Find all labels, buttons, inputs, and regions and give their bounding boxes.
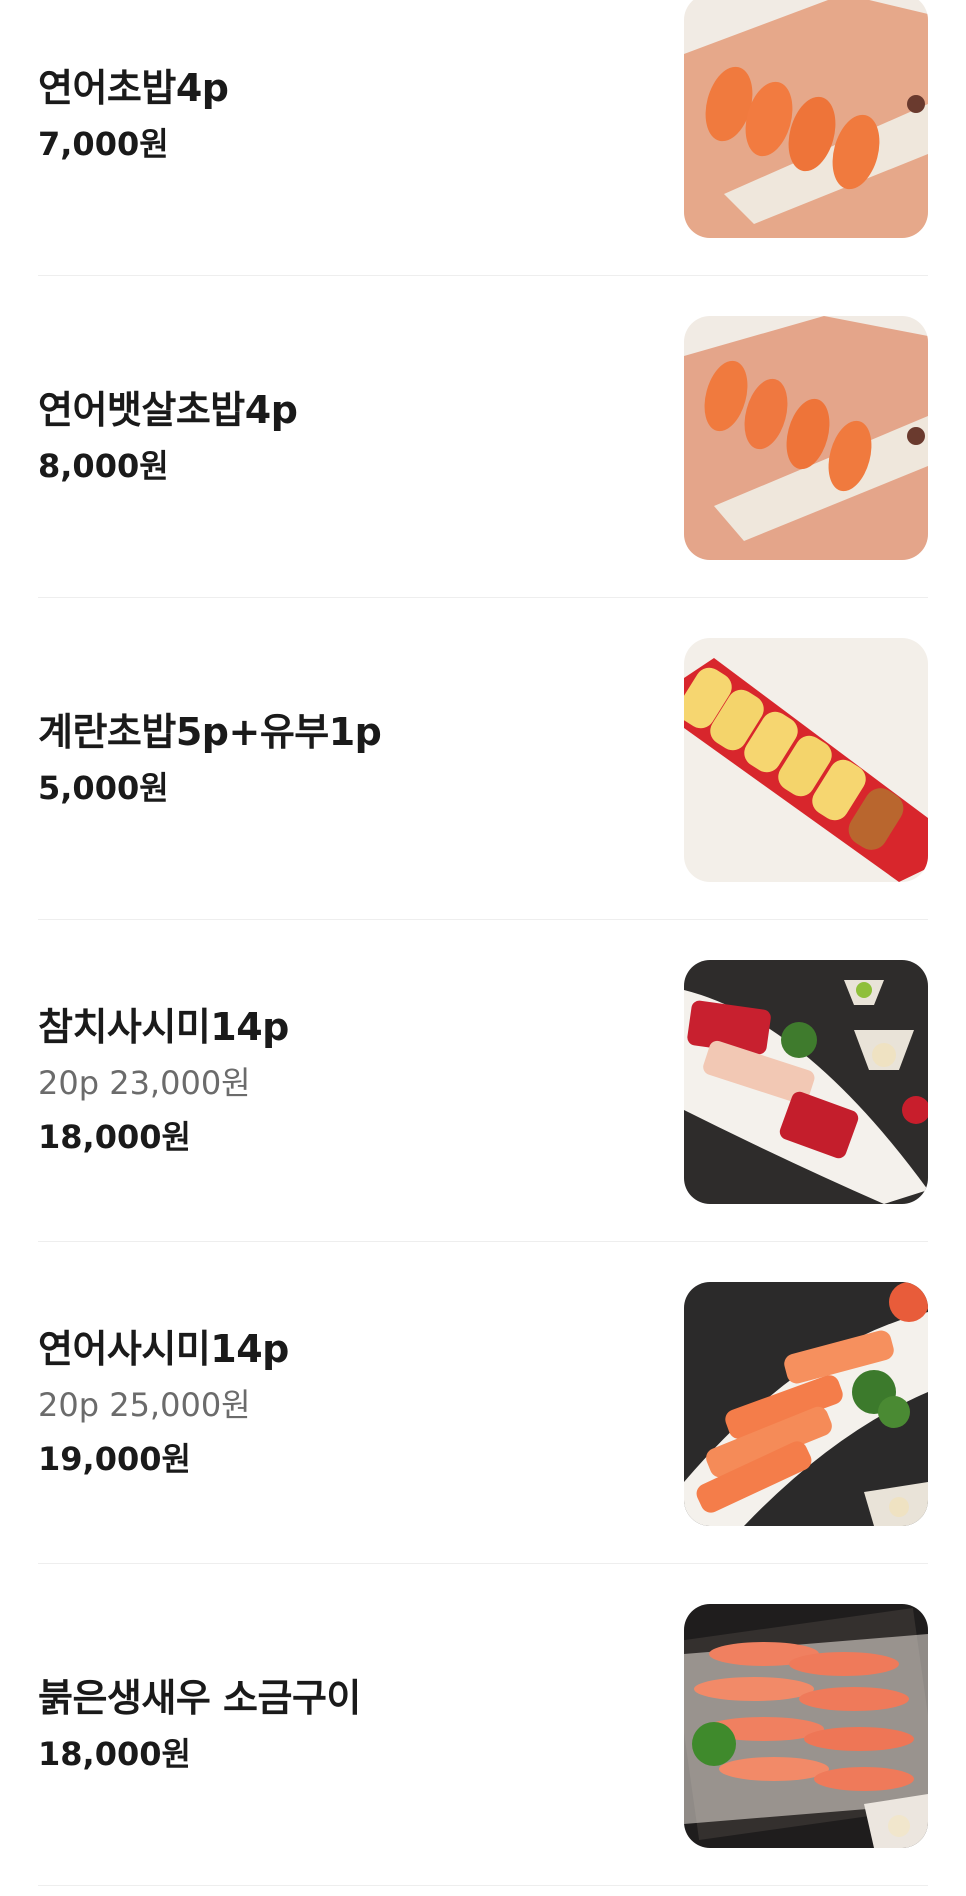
- tuna-sashimi-image: [684, 960, 928, 1204]
- menu-item[interactable]: 붉은생새우 소금구이 18,000원: [38, 1564, 928, 1886]
- salmon-sashimi-photo[interactable]: [684, 1282, 928, 1526]
- salmon-belly-nigiri-photo[interactable]: [684, 316, 928, 560]
- menu-item-price: 18,000원: [38, 1117, 191, 1156]
- egg-sushi-inari-photo[interactable]: [684, 638, 928, 882]
- salmon-belly-nigiri-image: [684, 316, 928, 560]
- tuna-sashimi-photo[interactable]: [684, 960, 928, 1204]
- egg-sushi-inari-image: [684, 638, 928, 882]
- menu-item-name: 참치사시미14p: [38, 1004, 289, 1049]
- grilled-red-shrimp-photo[interactable]: [684, 1604, 928, 1848]
- salmon-nigiri-photo[interactable]: [684, 0, 928, 238]
- menu-item-price: 7,000원: [38, 124, 169, 163]
- menu-item[interactable]: 연어초밥4p 7,000원: [38, 0, 928, 276]
- menu-item-name: 연어뱃살초밥4p: [38, 387, 298, 432]
- menu-item-name: 계란초밥5p+유부1p: [38, 709, 382, 754]
- menu-item-text: 연어사시미14p 20p 25,000원 19,000원: [38, 1242, 658, 1563]
- menu-item-price: 18,000원: [38, 1734, 191, 1773]
- salmon-nigiri-image: [684, 0, 928, 238]
- menu-item[interactable]: 연어사시미14p 20p 25,000원 19,000원: [38, 1242, 928, 1564]
- menu-item[interactable]: 연어뱃살초밥4p 8,000원: [38, 276, 928, 598]
- menu-item-price: 8,000원: [38, 446, 169, 485]
- menu-item[interactable]: 계란초밥5p+유부1p 5,000원: [38, 598, 928, 920]
- menu-item-text: 연어뱃살초밥4p 8,000원: [38, 276, 658, 597]
- menu-item-option-price: 20p 25,000원: [38, 1385, 251, 1424]
- menu-item-name: 붉은생새우 소금구이: [38, 1675, 361, 1720]
- menu-item-name: 연어사시미14p: [38, 1326, 289, 1371]
- menu-item-text: 참치사시미14p 20p 23,000원 18,000원: [38, 920, 658, 1241]
- menu-list: 연어초밥4p 7,000원 연어뱃살초밥4p 8,000원 계란초밥5p+유부1…: [0, 0, 966, 1886]
- menu-item[interactable]: 참치사시미14p 20p 23,000원 18,000원: [38, 920, 928, 1242]
- grilled-red-shrimp-image: [684, 1604, 928, 1848]
- menu-item-name: 연어초밥4p: [38, 65, 229, 110]
- menu-item-text: 연어초밥4p 7,000원: [38, 0, 658, 275]
- menu-item-option-price: 20p 23,000원: [38, 1063, 251, 1102]
- menu-item-text: 계란초밥5p+유부1p 5,000원: [38, 598, 658, 919]
- menu-item-text: 붉은생새우 소금구이 18,000원: [38, 1564, 658, 1885]
- menu-item-price: 19,000원: [38, 1439, 191, 1478]
- menu-item-price: 5,000원: [38, 768, 169, 807]
- salmon-sashimi-image: [684, 1282, 928, 1526]
